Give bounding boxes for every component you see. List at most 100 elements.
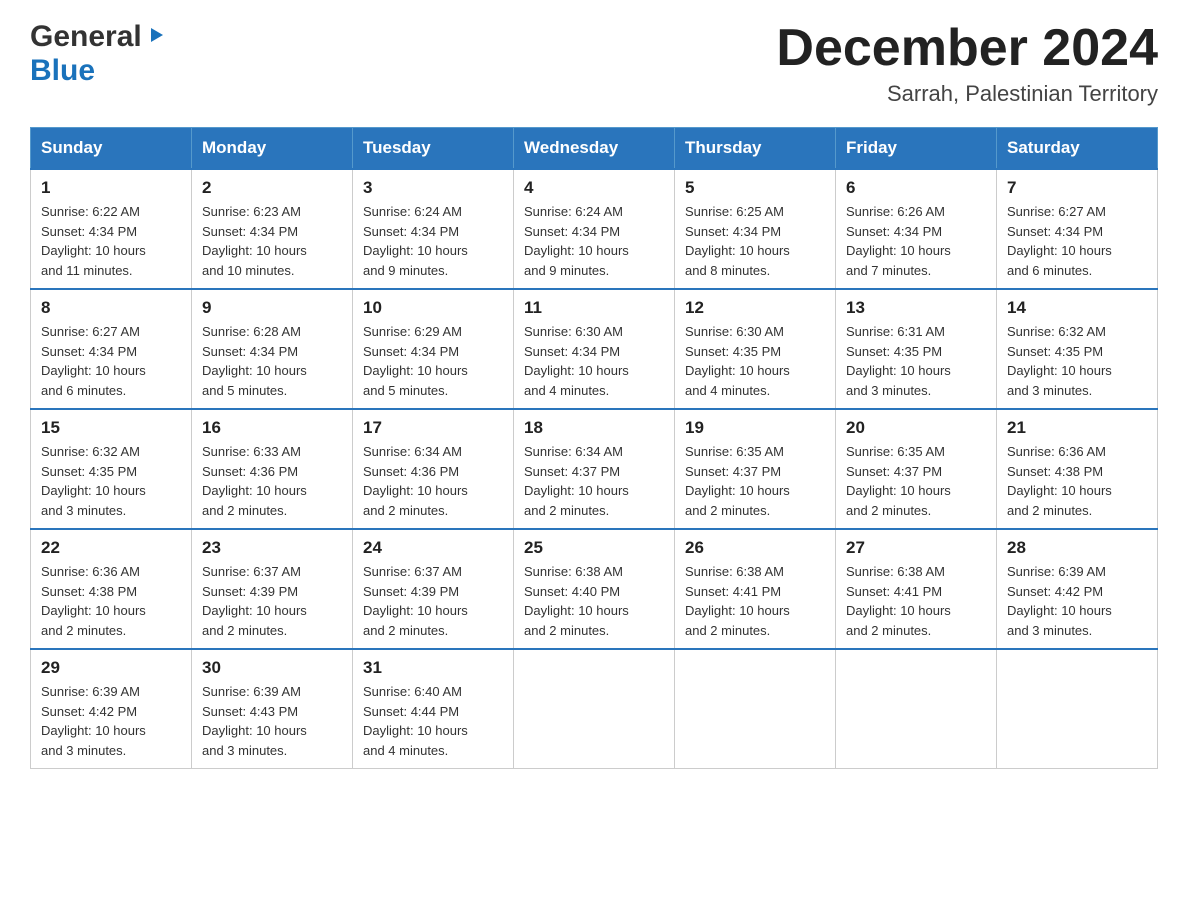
day-number: 20: [846, 418, 986, 438]
logo-arrow-icon: [145, 24, 167, 51]
calendar-cell: 29Sunrise: 6:39 AMSunset: 4:42 PMDayligh…: [31, 649, 192, 769]
day-number: 13: [846, 298, 986, 318]
calendar-cell: 31Sunrise: 6:40 AMSunset: 4:44 PMDayligh…: [353, 649, 514, 769]
day-info: Sunrise: 6:23 AMSunset: 4:34 PMDaylight:…: [202, 202, 342, 280]
col-friday: Friday: [836, 128, 997, 170]
day-info: Sunrise: 6:31 AMSunset: 4:35 PMDaylight:…: [846, 322, 986, 400]
day-number: 27: [846, 538, 986, 558]
calendar-cell: 26 Sunrise: 6:38 AMSunset: 4:41 PMDayligh…: [675, 529, 836, 649]
calendar-cell: 11Sunrise: 6:30 AMSunset: 4:34 PMDayligh…: [514, 289, 675, 409]
day-number: 17: [363, 418, 503, 438]
month-title: December 2024: [776, 20, 1158, 77]
day-number: 30: [202, 658, 342, 678]
calendar-cell: 19Sunrise: 6:35 AMSunset: 4:37 PMDayligh…: [675, 409, 836, 529]
day-info: Sunrise: 6:28 AMSunset: 4:34 PMDaylight:…: [202, 322, 342, 400]
location-text: Sarrah, Palestinian Territory: [776, 81, 1158, 107]
week-row-5: 29Sunrise: 6:39 AMSunset: 4:42 PMDayligh…: [31, 649, 1158, 769]
col-sunday: Sunday: [31, 128, 192, 170]
day-info: Sunrise: 6:27 AMSunset: 4:34 PMDaylight:…: [1007, 202, 1147, 280]
day-info: Sunrise: 6:32 AMSunset: 4:35 PMDaylight:…: [1007, 322, 1147, 400]
calendar-cell: [997, 649, 1158, 769]
day-info: Sunrise: 6:25 AMSunset: 4:34 PMDaylight:…: [685, 202, 825, 280]
day-info: Sunrise: 6:37 AMSunset: 4:39 PMDaylight:…: [363, 562, 503, 640]
calendar-cell: 10 Sunrise: 6:29 AMSunset: 4:34 PMDayligh…: [353, 289, 514, 409]
day-info: Sunrise: 6:36 AMSunset: 4:38 PMDaylight:…: [41, 562, 181, 640]
day-info: Sunrise: 6:24 AMSunset: 4:34 PMDaylight:…: [524, 202, 664, 280]
calendar-cell: 4 Sunrise: 6:24 AMSunset: 4:34 PMDaylight…: [514, 169, 675, 289]
day-info: Sunrise: 6:39 AMSunset: 4:42 PMDaylight:…: [1007, 562, 1147, 640]
day-number: 4: [524, 178, 664, 198]
day-info: Sunrise: 6:40 AMSunset: 4:44 PMDaylight:…: [363, 682, 503, 760]
day-info: Sunrise: 6:24 AMSunset: 4:34 PMDaylight:…: [363, 202, 503, 280]
calendar-cell: 1Sunrise: 6:22 AMSunset: 4:34 PMDaylight…: [31, 169, 192, 289]
day-info: Sunrise: 6:38 AMSunset: 4:41 PMDaylight:…: [685, 562, 825, 640]
day-number: 26: [685, 538, 825, 558]
calendar-cell: 16 Sunrise: 6:33 AMSunset: 4:36 PMDayligh…: [192, 409, 353, 529]
day-number: 3: [363, 178, 503, 198]
calendar-cell: 13 Sunrise: 6:31 AMSunset: 4:35 PMDayligh…: [836, 289, 997, 409]
day-info: Sunrise: 6:26 AMSunset: 4:34 PMDaylight:…: [846, 202, 986, 280]
day-number: 25: [524, 538, 664, 558]
logo-blue-text: Blue: [30, 54, 95, 87]
calendar-cell: 24 Sunrise: 6:37 AMSunset: 4:39 PMDayligh…: [353, 529, 514, 649]
col-saturday: Saturday: [997, 128, 1158, 170]
calendar-cell: 7 Sunrise: 6:27 AMSunset: 4:34 PMDaylight…: [997, 169, 1158, 289]
day-info: Sunrise: 6:34 AMSunset: 4:36 PMDaylight:…: [363, 442, 503, 520]
day-info: Sunrise: 6:36 AMSunset: 4:38 PMDaylight:…: [1007, 442, 1147, 520]
page-header: General Blue December 2024 Sarrah, Pales…: [30, 20, 1158, 107]
calendar-cell: 23Sunrise: 6:37 AMSunset: 4:39 PMDayligh…: [192, 529, 353, 649]
calendar-cell: [514, 649, 675, 769]
calendar-table: Sunday Monday Tuesday Wednesday Thursday…: [30, 127, 1158, 769]
day-info: Sunrise: 6:39 AMSunset: 4:43 PMDaylight:…: [202, 682, 342, 760]
day-number: 10: [363, 298, 503, 318]
day-number: 14: [1007, 298, 1147, 318]
calendar-cell: 14 Sunrise: 6:32 AMSunset: 4:35 PMDayligh…: [997, 289, 1158, 409]
day-number: 18: [524, 418, 664, 438]
calendar-cell: 3 Sunrise: 6:24 AMSunset: 4:34 PMDaylight…: [353, 169, 514, 289]
calendar-cell: 18 Sunrise: 6:34 AMSunset: 4:37 PMDayligh…: [514, 409, 675, 529]
day-info: Sunrise: 6:38 AMSunset: 4:41 PMDaylight:…: [846, 562, 986, 640]
calendar-cell: 21 Sunrise: 6:36 AMSunset: 4:38 PMDayligh…: [997, 409, 1158, 529]
calendar-cell: 20Sunrise: 6:35 AMSunset: 4:37 PMDayligh…: [836, 409, 997, 529]
calendar-cell: 2 Sunrise: 6:23 AMSunset: 4:34 PMDaylight…: [192, 169, 353, 289]
day-info: Sunrise: 6:38 AMSunset: 4:40 PMDaylight:…: [524, 562, 664, 640]
day-number: 15: [41, 418, 181, 438]
day-number: 24: [363, 538, 503, 558]
calendar-cell: 27 Sunrise: 6:38 AMSunset: 4:41 PMDayligh…: [836, 529, 997, 649]
week-row-4: 22 Sunrise: 6:36 AMSunset: 4:38 PMDayligh…: [31, 529, 1158, 649]
calendar-cell: 15 Sunrise: 6:32 AMSunset: 4:35 PMDayligh…: [31, 409, 192, 529]
day-info: Sunrise: 6:37 AMSunset: 4:39 PMDaylight:…: [202, 562, 342, 640]
day-number: 16: [202, 418, 342, 438]
day-info: Sunrise: 6:22 AMSunset: 4:34 PMDaylight:…: [41, 202, 181, 280]
week-row-3: 15 Sunrise: 6:32 AMSunset: 4:35 PMDayligh…: [31, 409, 1158, 529]
logo: General Blue: [30, 20, 167, 88]
day-number: 5: [685, 178, 825, 198]
logo-general-text: General: [30, 20, 142, 54]
calendar-cell: 17 Sunrise: 6:34 AMSunset: 4:36 PMDayligh…: [353, 409, 514, 529]
day-info: Sunrise: 6:27 AMSunset: 4:34 PMDaylight:…: [41, 322, 181, 400]
day-number: 8: [41, 298, 181, 318]
col-monday: Monday: [192, 128, 353, 170]
day-number: 28: [1007, 538, 1147, 558]
day-info: Sunrise: 6:32 AMSunset: 4:35 PMDaylight:…: [41, 442, 181, 520]
week-row-2: 8 Sunrise: 6:27 AMSunset: 4:34 PMDaylight…: [31, 289, 1158, 409]
day-number: 2: [202, 178, 342, 198]
calendar-cell: 28 Sunrise: 6:39 AMSunset: 4:42 PMDayligh…: [997, 529, 1158, 649]
calendar-cell: 9Sunrise: 6:28 AMSunset: 4:34 PMDaylight…: [192, 289, 353, 409]
calendar-header-row: Sunday Monday Tuesday Wednesday Thursday…: [31, 128, 1158, 170]
day-number: 7: [1007, 178, 1147, 198]
calendar-cell: [675, 649, 836, 769]
day-number: 11: [524, 298, 664, 318]
col-wednesday: Wednesday: [514, 128, 675, 170]
day-number: 29: [41, 658, 181, 678]
calendar-cell: 25 Sunrise: 6:38 AMSunset: 4:40 PMDayligh…: [514, 529, 675, 649]
day-info: Sunrise: 6:29 AMSunset: 4:34 PMDaylight:…: [363, 322, 503, 400]
day-number: 12: [685, 298, 825, 318]
calendar-cell: 6Sunrise: 6:26 AMSunset: 4:34 PMDaylight…: [836, 169, 997, 289]
day-number: 19: [685, 418, 825, 438]
day-number: 21: [1007, 418, 1147, 438]
day-info: Sunrise: 6:34 AMSunset: 4:37 PMDaylight:…: [524, 442, 664, 520]
calendar-cell: 30 Sunrise: 6:39 AMSunset: 4:43 PMDayligh…: [192, 649, 353, 769]
day-number: 22: [41, 538, 181, 558]
day-info: Sunrise: 6:33 AMSunset: 4:36 PMDaylight:…: [202, 442, 342, 520]
